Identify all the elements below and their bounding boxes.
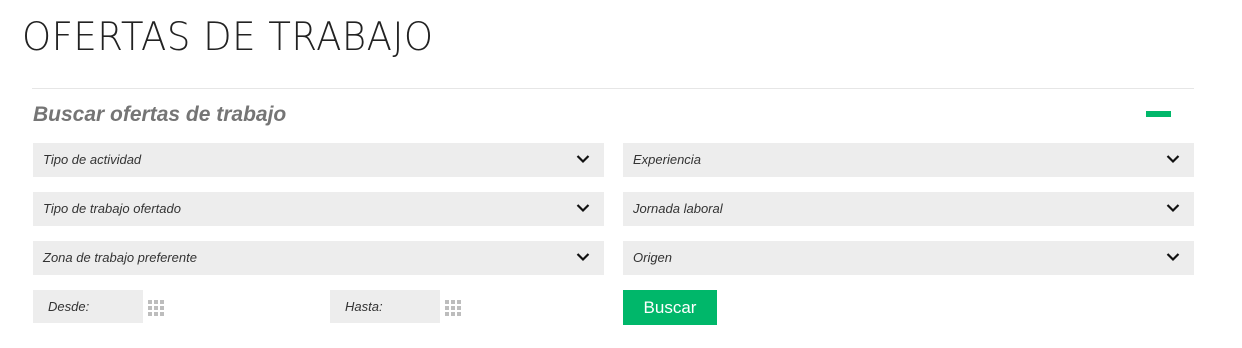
page-title: OFERTAS DE TRABAJO [22, 15, 434, 60]
select-work-zone-label: Zona de trabajo preferente [43, 250, 197, 265]
date-to-field[interactable]: Hasta: [330, 290, 440, 323]
select-workday[interactable]: Jornada laboral [623, 192, 1194, 226]
search-panel-title: Buscar ofertas de trabajo [33, 103, 287, 126]
select-job-type[interactable]: Tipo de trabajo ofertado [33, 192, 604, 226]
select-origin-label: Origen [633, 250, 673, 265]
date-to-placeholder: Hasta: [345, 299, 383, 314]
chevron-down-icon [576, 204, 590, 213]
select-job-type-label: Tipo de trabajo ofertado [43, 201, 181, 216]
date-from-placeholder: Desde: [48, 299, 90, 314]
select-experience[interactable]: Experiencia [623, 143, 1194, 177]
date-from-field[interactable]: Desde: [33, 290, 143, 323]
chevron-down-icon [1166, 253, 1180, 262]
calendar-icon[interactable] [445, 300, 461, 316]
select-activity-type-label: Tipo de actividad [43, 152, 142, 167]
select-experience-label: Experiencia [633, 152, 701, 167]
chevron-down-icon [576, 253, 590, 262]
select-workday-label: Jornada laboral [633, 201, 723, 216]
select-origin[interactable]: Origen [623, 241, 1194, 275]
calendar-icon[interactable] [148, 300, 164, 316]
chevron-down-icon [1166, 155, 1180, 164]
select-work-zone[interactable]: Zona de trabajo preferente [33, 241, 604, 275]
chevron-down-icon [576, 155, 590, 164]
select-activity-type[interactable]: Tipo de actividad [33, 143, 604, 177]
search-button[interactable]: Buscar [623, 290, 717, 325]
chevron-down-icon [1166, 204, 1180, 213]
collapse-minus-icon[interactable] [1146, 111, 1171, 117]
divider [32, 88, 1194, 89]
